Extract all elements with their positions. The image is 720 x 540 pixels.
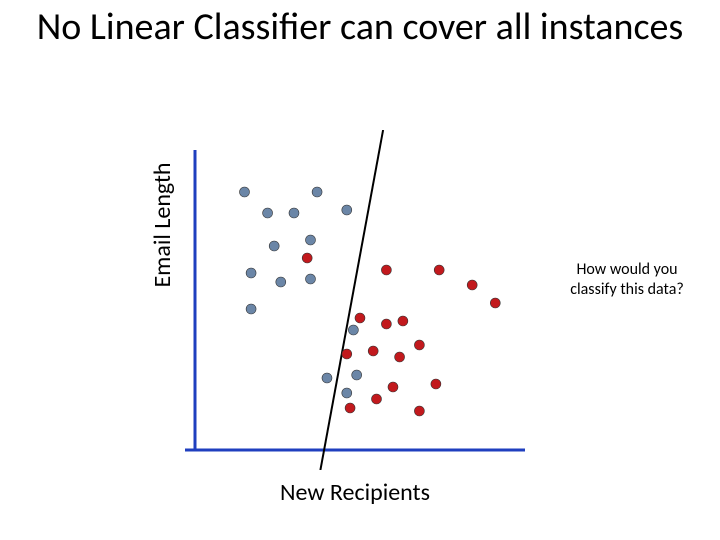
data-point xyxy=(368,346,378,356)
y-axis-label: Email Length xyxy=(148,100,177,225)
data-point xyxy=(348,325,358,335)
data-point xyxy=(276,277,286,287)
data-point xyxy=(302,253,312,263)
data-point xyxy=(246,304,256,314)
data-point xyxy=(240,187,250,197)
data-point xyxy=(372,394,382,404)
data-point xyxy=(345,403,355,413)
data-point xyxy=(381,265,391,275)
data-point xyxy=(431,379,441,389)
data-point xyxy=(490,298,500,308)
data-point xyxy=(342,349,352,359)
data-point xyxy=(322,373,332,383)
data-point xyxy=(306,235,316,245)
data-point xyxy=(388,382,398,392)
data-point xyxy=(434,265,444,275)
data-point xyxy=(398,316,408,326)
data-point xyxy=(381,319,391,329)
data-point xyxy=(289,208,299,218)
data-point xyxy=(263,208,273,218)
slide-title: No Linear Classifier can cover all insta… xyxy=(0,6,720,50)
data-point xyxy=(342,205,352,215)
side-note: How would you classify this data? xyxy=(552,260,702,300)
data-point xyxy=(352,370,362,380)
data-point xyxy=(414,340,424,350)
separator-line xyxy=(320,130,383,470)
data-point xyxy=(342,388,352,398)
data-point xyxy=(312,187,322,197)
scatter-chart xyxy=(175,130,535,470)
data-point xyxy=(306,274,316,284)
data-point xyxy=(414,406,424,416)
x-axis-label: New Recipients xyxy=(175,478,535,507)
data-point xyxy=(355,313,365,323)
chart-svg xyxy=(175,130,535,470)
data-point xyxy=(269,241,279,251)
slide: No Linear Classifier can cover all insta… xyxy=(0,0,720,540)
data-point xyxy=(395,352,405,362)
data-point xyxy=(467,280,477,290)
data-point xyxy=(246,268,256,278)
